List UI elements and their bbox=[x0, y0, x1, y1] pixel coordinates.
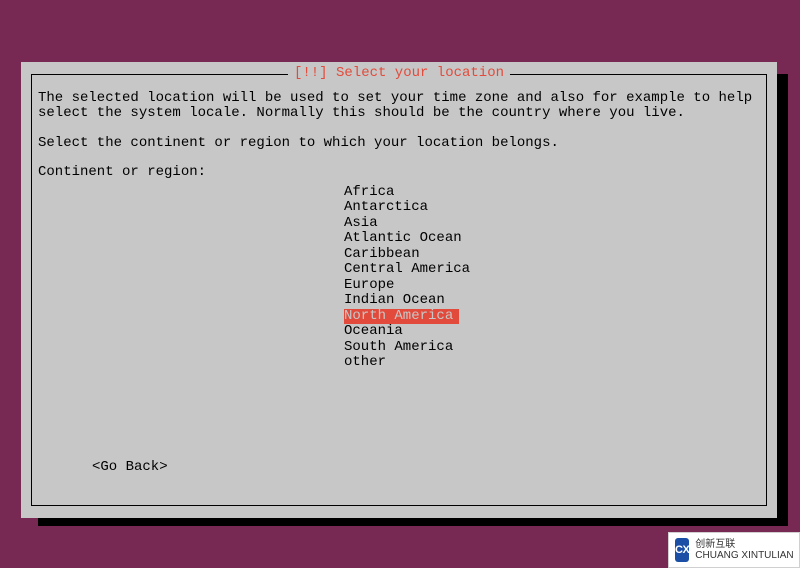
region-option-south-america[interactable]: South America bbox=[32, 340, 766, 356]
region-option-central-america[interactable]: Central America bbox=[32, 262, 766, 278]
prompt-label: Continent or region: bbox=[32, 165, 766, 180]
region-option-north-america[interactable]: North America bbox=[32, 309, 766, 325]
region-option-europe[interactable]: Europe bbox=[32, 278, 766, 294]
watermark-logo-icon: CX bbox=[675, 538, 689, 562]
region-list: Africa Antarctica Asia Atlantic Ocean Ca… bbox=[32, 185, 766, 371]
region-option-antarctica[interactable]: Antarctica bbox=[32, 200, 766, 216]
region-option-caribbean[interactable]: Caribbean bbox=[32, 247, 766, 263]
watermark-text: 创新互联 CHUANG XINTULIAN bbox=[695, 539, 793, 561]
region-option-oceania[interactable]: Oceania bbox=[32, 324, 766, 340]
dialog-title: [!!] Select your location bbox=[288, 66, 510, 81]
spacer bbox=[32, 151, 766, 165]
description-line-2: Select the continent or region to which … bbox=[32, 136, 766, 151]
spacer bbox=[32, 122, 766, 136]
installer-dialog: [!!] Select your location The selected l… bbox=[21, 62, 777, 518]
go-back-button[interactable]: <Go Back> bbox=[92, 460, 168, 475]
region-option-indian-ocean[interactable]: Indian Ocean bbox=[32, 293, 766, 309]
region-option-asia[interactable]: Asia bbox=[32, 216, 766, 232]
dialog-frame: [!!] Select your location The selected l… bbox=[31, 74, 767, 506]
region-option-africa[interactable]: Africa bbox=[32, 185, 766, 201]
description-line-1: The selected location will be used to se… bbox=[32, 91, 766, 122]
region-option-atlantic-ocean[interactable]: Atlantic Ocean bbox=[32, 231, 766, 247]
watermark: CX 创新互联 CHUANG XINTULIAN bbox=[668, 532, 800, 568]
region-option-other[interactable]: other bbox=[32, 355, 766, 371]
